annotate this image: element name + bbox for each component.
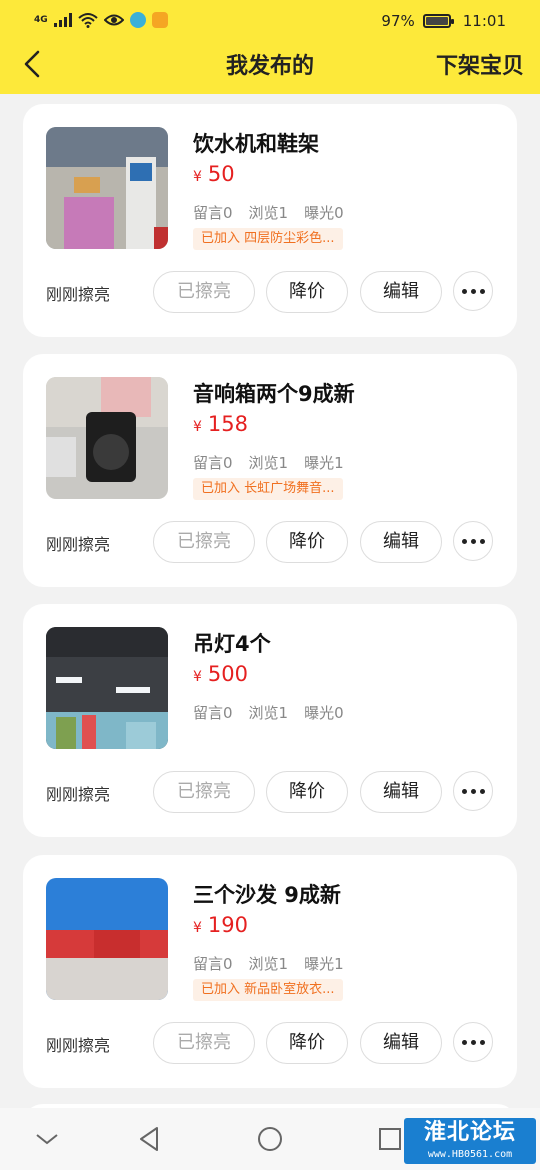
status-bar: 4G 97% 11:01 [0, 0, 540, 44]
comments-count: 留言0 [193, 955, 233, 973]
item-stats: 留言0 浏览1 曝光1 [193, 953, 344, 974]
collapse-nav-button[interactable] [32, 1124, 62, 1154]
comments-count: 留言0 [193, 454, 233, 472]
clock: 11:01 [462, 12, 506, 30]
item-price: ¥500 [193, 662, 248, 686]
comments-count: 留言0 [193, 204, 233, 222]
battery-percent: 97% [381, 12, 415, 30]
refresh-status: 刚刚擦亮 [46, 1036, 111, 1055]
item-thumbnail[interactable] [46, 878, 168, 1000]
app-notification-icon-2 [151, 12, 168, 28]
refreshed-button[interactable]: 已擦亮 [153, 521, 255, 563]
item-thumbnail[interactable] [46, 377, 168, 499]
edit-button[interactable]: 编辑 [360, 271, 442, 313]
item-title: 三个沙发 9成新 [193, 883, 341, 907]
item-card[interactable]: 三个沙发 9成新 ¥190 留言0 浏览1 曝光1 已加入 新品卧室放衣... … [23, 855, 517, 1088]
comments-count: 留言0 [193, 704, 233, 722]
price-value: 50 [207, 162, 235, 186]
item-card[interactable]: 音响箱两个9成新 ¥158 留言0 浏览1 曝光1 已加入 长虹广场舞音... … [23, 354, 517, 587]
back-nav-button[interactable] [135, 1124, 165, 1154]
item-stats: 留言0 浏览1 曝光1 [193, 452, 344, 473]
refreshed-button[interactable]: 已擦亮 [153, 771, 255, 813]
views-count: 浏览1 [248, 454, 289, 472]
edit-button[interactable]: 编辑 [360, 521, 442, 563]
item-card[interactable]: 饮水机和鞋架 ¥50 留言0 浏览1 曝光0 已加入 四层防尘彩色... 刚刚擦… [23, 104, 517, 337]
exposure-count: 曝光1 [304, 454, 344, 472]
currency-symbol: ¥ [193, 419, 202, 435]
currency-symbol: ¥ [193, 669, 202, 685]
edit-button[interactable]: 编辑 [360, 1022, 442, 1064]
home-nav-button[interactable] [255, 1124, 285, 1154]
item-card[interactable]: 吊灯4个 ¥500 留言0 浏览1 曝光0 刚刚擦亮 已擦亮 降价 编辑 [23, 604, 517, 837]
item-title: 音响箱两个9成新 [193, 382, 355, 406]
site-watermark: 淮北论坛 www.HB0561.com [404, 1118, 536, 1164]
reduce-price-button[interactable]: 降价 [266, 271, 348, 313]
item-price: ¥190 [193, 913, 248, 937]
circle-home-icon [258, 1127, 282, 1151]
views-count: 浏览1 [248, 704, 289, 722]
more-options-button[interactable] [453, 271, 493, 311]
network-type: 4G [34, 15, 48, 25]
reduce-price-button[interactable]: 降价 [266, 521, 348, 563]
price-value: 190 [207, 913, 249, 937]
square-recents-icon [379, 1128, 401, 1150]
wifi-icon [77, 13, 98, 28]
price-value: 500 [207, 662, 249, 686]
refreshed-button[interactable]: 已擦亮 [153, 271, 255, 313]
item-thumbnail[interactable] [46, 627, 168, 749]
watermark-title: 淮北论坛 [423, 1120, 516, 1145]
views-count: 浏览1 [248, 955, 289, 973]
item-price: ¥50 [193, 162, 235, 186]
delisted-items-button[interactable]: 下架宝贝 [436, 48, 524, 80]
refresh-status: 刚刚擦亮 [46, 785, 111, 804]
price-value: 158 [207, 412, 249, 436]
triangle-back-icon [140, 1127, 158, 1151]
more-options-button[interactable] [453, 771, 493, 811]
currency-symbol: ¥ [193, 169, 202, 185]
reduce-price-button[interactable]: 降价 [266, 1022, 348, 1064]
refresh-status: 刚刚擦亮 [46, 535, 111, 554]
item-stats: 留言0 浏览1 曝光0 [193, 702, 344, 723]
battery-icon [422, 14, 454, 28]
collection-tag[interactable]: 已加入 四层防尘彩色... [193, 228, 343, 250]
item-title: 饮水机和鞋架 [193, 132, 319, 156]
more-options-button[interactable] [453, 521, 493, 561]
refresh-status: 刚刚擦亮 [46, 285, 111, 304]
item-stats: 留言0 浏览1 曝光0 [193, 202, 344, 223]
signal-icon [53, 13, 72, 27]
exposure-count: 曝光0 [304, 204, 344, 222]
app-notification-icon [129, 12, 146, 28]
more-options-button[interactable] [453, 1022, 493, 1062]
refreshed-button[interactable]: 已擦亮 [153, 1022, 255, 1064]
collection-tag[interactable]: 已加入 新品卧室放衣... [193, 979, 343, 1001]
recents-nav-button[interactable] [375, 1124, 405, 1154]
currency-symbol: ¥ [193, 920, 202, 936]
item-thumbnail[interactable] [46, 127, 168, 249]
nav-bar: 我发布的 下架宝贝 [0, 44, 540, 94]
views-count: 浏览1 [248, 204, 289, 222]
reduce-price-button[interactable]: 降价 [266, 771, 348, 813]
edit-button[interactable]: 编辑 [360, 771, 442, 813]
item-price: ¥158 [193, 412, 248, 436]
eye-comfort-icon [103, 14, 124, 26]
exposure-count: 曝光1 [304, 955, 344, 973]
watermark-url: www.HB0561.com [427, 1149, 513, 1160]
exposure-count: 曝光0 [304, 704, 344, 722]
item-title: 吊灯4个 [193, 632, 271, 656]
collection-tag[interactable]: 已加入 长虹广场舞音... [193, 478, 343, 500]
chevron-down-icon [36, 1134, 58, 1145]
